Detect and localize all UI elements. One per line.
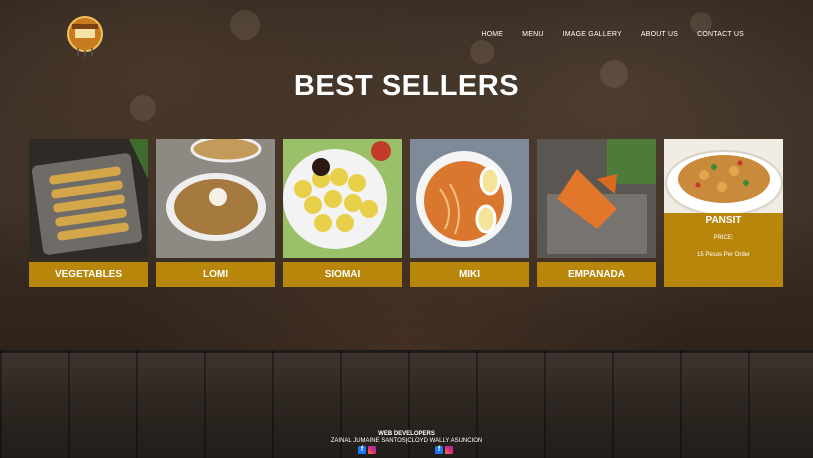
main-nav: HOME MENU IMAGE GALLERY ABOUT US CONTACT…: [481, 31, 744, 38]
empanada-image: [537, 139, 656, 258]
product-name: VEGETABLES: [29, 262, 148, 287]
developer-1-social: f: [358, 446, 376, 454]
nav-contact-us-link[interactable]: CONTACT US: [697, 31, 744, 38]
background-bokeh: [470, 40, 494, 64]
nav-menu-link[interactable]: MENU: [522, 31, 543, 38]
nav-home-link[interactable]: HOME: [481, 31, 503, 38]
nav-image-gallery-link[interactable]: IMAGE GALLERY: [563, 31, 622, 38]
product-name: PANSIT: [705, 215, 742, 226]
product-card-miki[interactable]: MIKI: [410, 139, 529, 287]
product-card-siomai[interactable]: SIOMAI: [283, 139, 402, 287]
nav-about-us-link[interactable]: ABOUT US: [641, 31, 678, 38]
product-card-pansit[interactable]: PANSIT PRICE: 15 Pesos Per Order: [664, 139, 783, 287]
page-title: BEST SELLERS: [293, 70, 520, 102]
price-value: 15 Pesos Per Order: [696, 252, 751, 258]
price-label: PRICE:: [713, 235, 734, 241]
best-sellers-list: VEGETABLES LOMI SIOMAI MIKI EMPANADA PAN…: [29, 139, 783, 287]
background-bokeh: [230, 10, 260, 40]
footer-heading: WEB DEVELOPERS: [378, 431, 435, 437]
vegetables-image: [29, 139, 148, 258]
product-card-lomi[interactable]: LOMI: [156, 139, 275, 287]
product-card-empanada[interactable]: EMPANADA: [537, 139, 656, 287]
pansit-image: [664, 139, 783, 213]
product-name: EMPANADA: [537, 262, 656, 287]
facebook-icon[interactable]: f: [358, 446, 366, 454]
product-name: MIKI: [410, 262, 529, 287]
site-logo[interactable]: [66, 14, 104, 58]
footer: WEB DEVELOPERS ZAINAL JUMAINE SANTOS|CLO…: [0, 431, 813, 444]
floor-edge: [0, 350, 813, 353]
product-name: LOMI: [156, 262, 275, 287]
facebook-icon[interactable]: f: [435, 446, 443, 454]
siomai-image: [283, 139, 402, 258]
product-name: SIOMAI: [283, 262, 402, 287]
miki-image: [410, 139, 529, 258]
developer-2-social: f: [435, 446, 453, 454]
product-card-vegetables[interactable]: VEGETABLES: [29, 139, 148, 287]
lomi-image: [156, 139, 275, 258]
footer-developer-names: ZAINAL JUMAINE SANTOS|CLOYD WALLY ASUNCI…: [330, 438, 483, 444]
instagram-icon[interactable]: [445, 446, 453, 454]
instagram-icon[interactable]: [368, 446, 376, 454]
